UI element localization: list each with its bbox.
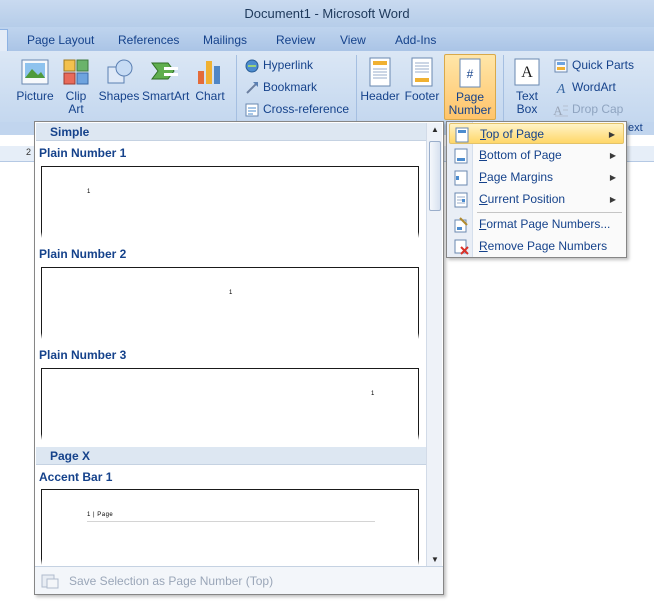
gallery-item-title: Plain Number 3 xyxy=(39,348,127,362)
ruler-mark: 2 xyxy=(26,147,32,157)
gallery-item-title: Plain Number 2 xyxy=(39,247,127,261)
gallery-item-plain-number-2[interactable]: 1 xyxy=(40,267,420,339)
page-number-sample: 1 xyxy=(229,290,233,296)
page-number-button[interactable]: # Page Number xyxy=(444,54,496,120)
submenu-arrow-icon: ▶ xyxy=(608,130,615,139)
gallery-item-title: Accent Bar 1 xyxy=(39,470,113,484)
page-number-sample: 1 | Page xyxy=(87,512,114,518)
remove-page-numbers-icon xyxy=(454,239,469,255)
hyperlink-icon xyxy=(245,59,259,73)
group-separator xyxy=(236,55,237,125)
gallery-section-header: Page X xyxy=(36,447,426,465)
tab-review[interactable]: Review xyxy=(276,31,315,51)
page-number-menu: Top of Page ▶ Bottom of Page ▶ Page Marg… xyxy=(446,121,627,258)
cross-reference-button[interactable]: Cross-reference xyxy=(244,100,349,118)
picture-icon xyxy=(21,59,49,85)
submenu-arrow-icon: ▶ xyxy=(609,151,616,160)
chart-icon xyxy=(198,61,220,84)
drop-cap-button[interactable]: A Drop Cap xyxy=(553,100,623,118)
title-bar: Document1 - Microsoft Word xyxy=(0,0,654,27)
bottom-of-page-icon xyxy=(454,148,468,164)
scrollbar-thumb[interactable] xyxy=(429,141,441,211)
save-selection-menu-item[interactable]: Save Selection as Page Number (Top) xyxy=(69,574,273,588)
menu-item-label: Page Margins xyxy=(479,170,554,184)
page-number-icon: # xyxy=(459,58,481,88)
window-title: Document1 - Microsoft Word xyxy=(244,6,410,21)
chart-button[interactable]: Chart xyxy=(192,57,228,103)
gallery-item-accent-bar-1[interactable]: 1 | Page xyxy=(40,489,420,565)
smartart-button[interactable]: SmartArt xyxy=(142,57,189,103)
header-icon xyxy=(369,57,391,87)
gallery-item-title: Plain Number 1 xyxy=(39,146,127,160)
header-button[interactable]: Header xyxy=(360,57,400,103)
svg-text:A: A xyxy=(556,82,566,96)
tab-add-ins[interactable]: Add-Ins xyxy=(395,31,436,51)
ribbon-tab-bar: Page Layout References Mailings Review V… xyxy=(0,27,654,51)
gallery-section-header: Simple xyxy=(36,123,426,141)
tab-view[interactable]: View xyxy=(340,31,366,51)
top-of-page-icon xyxy=(455,127,469,143)
tab-mailings[interactable]: Mailings xyxy=(203,31,247,51)
menu-item-remove-page-numbers[interactable]: Remove Page Numbers xyxy=(449,236,624,257)
menu-item-label: Bottom of Page xyxy=(479,148,562,162)
gallery-footer: Save Selection as Page Number (Top) xyxy=(35,566,443,594)
wordart-button[interactable]: A WordArt xyxy=(553,78,616,96)
menu-item-current-position[interactable]: Current Position ▶ xyxy=(449,189,624,210)
submenu-arrow-icon: ▶ xyxy=(609,173,616,182)
cross-reference-icon xyxy=(245,103,259,117)
tab-references[interactable]: References xyxy=(118,31,179,51)
menu-item-label: Remove Page Numbers xyxy=(479,239,608,253)
bookmark-button[interactable]: Bookmark xyxy=(244,78,317,96)
menu-item-label: Top of Page xyxy=(480,127,545,141)
text-group-caption: ext xyxy=(628,122,643,134)
footer-icon xyxy=(411,57,433,87)
shapes-icon xyxy=(107,59,133,84)
svg-text:A: A xyxy=(521,64,533,81)
bookmark-icon xyxy=(246,81,258,94)
page-margins-icon xyxy=(454,170,468,186)
smartart-icon xyxy=(151,62,178,80)
tab-insert-active[interactable] xyxy=(0,29,8,51)
picture-button[interactable]: Picture xyxy=(14,57,56,103)
footer-button[interactable]: Footer xyxy=(402,57,442,103)
page-number-sample: 1 xyxy=(87,189,91,195)
text-box-button[interactable]: A Text Box xyxy=(508,57,546,116)
menu-separator xyxy=(477,212,622,213)
menu-item-format-page-numbers[interactable]: Format Page Numbers... xyxy=(449,214,624,235)
clip-art-button[interactable]: Clip Art xyxy=(58,57,94,116)
wordart-icon: A xyxy=(556,82,566,96)
page-number-gallery: Simple Plain Number 1 1 Plain Number 2 1… xyxy=(34,121,444,595)
format-page-numbers-icon xyxy=(454,217,468,233)
svg-text:#: # xyxy=(467,67,474,81)
menu-item-label: Current Position xyxy=(479,192,566,206)
quick-parts-icon xyxy=(554,59,568,73)
clip-art-icon xyxy=(63,59,89,85)
save-selection-icon xyxy=(41,574,59,589)
scroll-down-arrow-icon[interactable]: ▼ xyxy=(427,553,443,567)
accent-line xyxy=(87,521,375,522)
shapes-button[interactable]: Shapes xyxy=(98,57,140,103)
page-number-sample: 1 xyxy=(371,391,375,397)
tab-page-layout[interactable]: Page Layout xyxy=(27,31,94,51)
current-position-icon xyxy=(454,192,468,208)
hyperlink-button[interactable]: Hyperlink xyxy=(244,56,313,74)
menu-item-bottom-of-page[interactable]: Bottom of Page ▶ xyxy=(449,145,624,166)
menu-item-top-of-page[interactable]: Top of Page ▶ xyxy=(449,123,624,144)
text-box-icon: A xyxy=(514,58,540,86)
scroll-up-arrow-icon[interactable]: ▲ xyxy=(427,123,443,137)
menu-item-page-margins[interactable]: Page Margins ▶ xyxy=(449,167,624,188)
group-separator xyxy=(356,55,357,125)
gallery-item-plain-number-1[interactable]: 1 xyxy=(40,166,420,238)
drop-cap-icon: A xyxy=(553,103,568,118)
quick-parts-button[interactable]: Quick Parts xyxy=(553,56,634,74)
submenu-arrow-icon: ▶ xyxy=(609,195,616,204)
gallery-scrollbar[interactable]: ▲ ▼ xyxy=(426,123,442,567)
menu-item-label: Format Page Numbers... xyxy=(479,217,611,231)
gallery-item-plain-number-3[interactable]: 1 xyxy=(40,368,420,440)
group-separator xyxy=(503,55,504,125)
